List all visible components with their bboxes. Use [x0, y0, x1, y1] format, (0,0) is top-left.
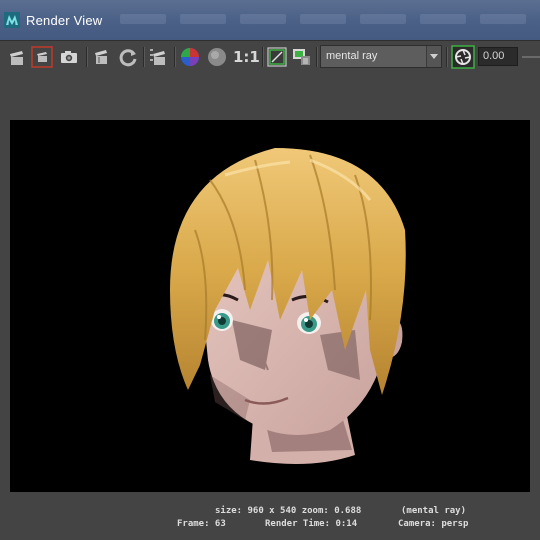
chevron-down-icon — [426, 46, 441, 67]
maya-app-icon[interactable] — [4, 12, 20, 28]
rgb-channels-icon[interactable] — [179, 46, 201, 68]
renderer-dropdown-value: mental ray — [326, 50, 378, 62]
status-frame: Frame: 63 — [177, 519, 226, 529]
background-menu-ghost — [360, 14, 406, 24]
toolbar-separator — [174, 47, 176, 67]
status-camera: Camera: persp — [398, 519, 469, 529]
renderer-dropdown[interactable]: mental ray — [320, 45, 442, 68]
toolbar-separator — [446, 47, 448, 67]
background-menu-ghost — [480, 14, 526, 24]
snapshot-icon[interactable] — [58, 46, 80, 68]
background-menu-ghost — [240, 14, 286, 24]
rendered-character-image — [170, 148, 406, 464]
background-menu-ghost — [120, 14, 166, 24]
render-toolbar: 1:1 mental ray 0.00 — [0, 40, 540, 73]
alpha-channel-icon[interactable] — [206, 46, 228, 68]
stereo-toggle-icon[interactable] — [451, 45, 475, 69]
background-menu-ghost — [300, 14, 346, 24]
render-region-icon[interactable] — [31, 46, 53, 68]
window-titlebar[interactable]: Render View — [0, 0, 540, 40]
status-size-zoom: size: 960 x 540 zoom: 0.688 — [215, 506, 362, 516]
render-sequence-icon[interactable] — [91, 46, 113, 68]
real-size-label[interactable]: 1:1 — [233, 48, 260, 66]
background-menu-ghost — [420, 14, 466, 24]
exposure-slider[interactable] — [522, 56, 540, 58]
toolbar-separator — [316, 47, 318, 67]
status-renderer: (mental ray) — [401, 506, 467, 516]
refresh-ipr-icon[interactable] — [117, 46, 139, 68]
toolbar-separator — [143, 47, 145, 67]
keep-image-icon[interactable] — [291, 46, 313, 68]
toolbar-separator — [262, 47, 264, 67]
exposure-input[interactable]: 0.00 — [478, 47, 518, 66]
status-render-time: Render Time: 0:14 — [265, 519, 358, 529]
redo-previous-render-icon[interactable] — [6, 46, 28, 68]
render-viewport[interactable] — [10, 120, 530, 492]
toolbar-separator — [86, 47, 88, 67]
background-menu-ghost — [180, 14, 226, 24]
window-title: Render View — [26, 13, 103, 28]
ipr-render-icon[interactable] — [148, 46, 170, 68]
frame-region-icon[interactable] — [266, 46, 288, 68]
